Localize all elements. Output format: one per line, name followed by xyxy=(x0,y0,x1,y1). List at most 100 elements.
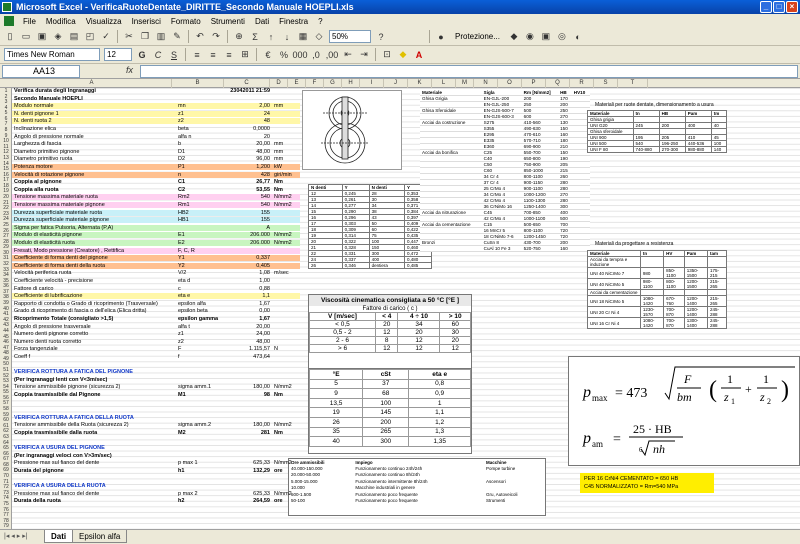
cell[interactable] xyxy=(706,256,728,268)
fill-color-icon[interactable]: ◆ xyxy=(396,48,410,62)
cell[interactable]: 48 xyxy=(230,118,270,124)
cell[interactable]: 8 xyxy=(374,336,399,345)
sheet-row[interactable]: Ricoprimento Totale (consigliato >1,5) ep… xyxy=(12,316,300,322)
cell[interactable]: Numero denti ruota corretto xyxy=(14,339,81,345)
cell[interactable]: 155 xyxy=(230,210,270,216)
sheet-row[interactable] xyxy=(12,400,300,406)
cell[interactable]: 700-870 xyxy=(663,317,685,329)
cell[interactable]: 206.000 xyxy=(230,240,270,246)
sheet-row[interactable] xyxy=(12,438,300,444)
cell[interactable]: Coppia trasmissibile dal Pignone xyxy=(14,392,101,398)
cell[interactable]: b xyxy=(178,141,181,147)
cell[interactable]: dentiera xyxy=(368,262,405,269)
sheet-row[interactable]: Rapporto di condotta o Grado di ricoprim… xyxy=(12,301,300,307)
cell[interactable]: N xyxy=(274,346,278,352)
cell[interactable]: Acciai da cementazione xyxy=(587,289,641,296)
cell[interactable]: z2 xyxy=(178,339,184,345)
sheet-row[interactable]: VERIFICA ROTTURA A FATICA DELLA RUOTA xyxy=(12,415,300,421)
cell[interactable]: HB2 xyxy=(178,210,189,216)
cell[interactable]: ore xyxy=(274,468,283,474)
sheet-row[interactable]: Modulo di elasticità ruota E2 206.000 N/mm2 xyxy=(12,240,300,246)
sheet-row[interactable]: Modulo normale mn 2,00 mm xyxy=(12,103,300,110)
cell[interactable]: 980-880 xyxy=(684,146,712,153)
cell[interactable]: 23042011 21:59 xyxy=(230,88,270,94)
cell[interactable]: 180,00 xyxy=(230,422,270,428)
sheet-row[interactable] xyxy=(12,476,300,482)
cell[interactable]: 1300-1400 xyxy=(683,317,708,329)
cell[interactable]: Coppia al pignone xyxy=(14,179,62,185)
cell[interactable]: Fresati, Modo pressione (Creatore) , Ret… xyxy=(14,248,124,254)
cell[interactable]: 4 ÷ 10 xyxy=(397,312,441,321)
cell[interactable]: 12 xyxy=(374,344,399,353)
cell[interactable]: sigma amm.1 xyxy=(178,384,211,390)
cell[interactable]: 98 xyxy=(230,392,270,398)
cell[interactable]: 20 xyxy=(439,336,471,345)
zoom-select[interactable]: 50% xyxy=(329,30,371,43)
cell[interactable]: VERIFICA ROTTURA A FATICA DELLA RUOTA xyxy=(14,415,134,421)
cell[interactable]: N/mm2 xyxy=(274,232,292,238)
cell[interactable]: F, C, R xyxy=(178,248,195,254)
cell[interactable]: Coppia trasmissibile dalla ruota xyxy=(14,430,97,436)
cell[interactable]: Nm xyxy=(274,430,283,436)
cell[interactable]: h1 xyxy=(178,468,184,474)
cell[interactable]: 0,405 xyxy=(230,263,270,269)
cell[interactable]: 26,77 xyxy=(230,179,270,185)
cell[interactable]: Tensione ammissibile della Ruota (sicure… xyxy=(14,422,129,428)
cell[interactable]: > 10 xyxy=(439,312,471,321)
cell[interactable]: Secondo Manuale HOEPLI xyxy=(14,96,83,102)
cell[interactable]: 281 xyxy=(230,430,270,436)
sheet-row[interactable]: Sigma per fatica Pulsoria, Alternata (P,… xyxy=(12,224,300,231)
tab-epsilon-alfa[interactable]: Epsilon alfa xyxy=(72,530,128,543)
column-header[interactable]: G xyxy=(324,79,342,88)
sheet-row[interactable] xyxy=(12,407,300,413)
cell[interactable]: Inclinazione elica xyxy=(14,126,56,132)
cell[interactable]: N/mm2 xyxy=(274,194,292,200)
sheet-row[interactable]: Verifica durata degli Ingranaggi 23042011… xyxy=(12,88,300,94)
hyperlink-icon[interactable]: ⊕ xyxy=(232,30,246,44)
cell[interactable]: 1.115,57 xyxy=(230,346,270,352)
cell[interactable]: beta xyxy=(178,126,189,132)
cell[interactable]: 0,485 xyxy=(403,262,433,269)
cell[interactable]: 0,00 xyxy=(230,308,270,314)
cell[interactable]: Durata della ruota xyxy=(14,498,61,504)
cell[interactable]: Velocità periferica ruota xyxy=(14,270,71,276)
sheet-row[interactable]: VERIFICA A USURA DEL PIGNONE xyxy=(12,445,300,451)
name-box[interactable]: AA13 xyxy=(2,65,80,78)
align-center-icon[interactable]: ≡ xyxy=(206,48,220,62)
menu-3[interactable]: Inserisci xyxy=(127,17,166,26)
cell[interactable]: 2 - 6 xyxy=(309,336,376,345)
increase-indent-icon[interactable]: ⇥ xyxy=(357,48,371,62)
redo-icon[interactable]: ↷ xyxy=(209,30,223,44)
column-header[interactable]: K xyxy=(408,79,432,88)
cell[interactable]: D2 xyxy=(178,156,185,162)
cell[interactable]: 1200-1400 xyxy=(683,295,708,307)
sheet-row[interactable]: Coppia trasmissibile dalla ruota M2 281 Nm xyxy=(12,430,300,436)
cell[interactable]: 12 xyxy=(374,328,399,337)
cell[interactable]: 700-870 xyxy=(663,306,685,318)
sheet-row[interactable]: Potenza motore P1 1,200 kW xyxy=(12,164,300,170)
cell[interactable]: > 6 xyxy=(309,344,376,353)
cell[interactable]: epsilon gamma xyxy=(178,316,218,322)
sheet-row[interactable]: Diametro primitivo pignone D1 48,00 mm xyxy=(12,149,300,155)
cell[interactable]: 48,00 xyxy=(230,149,270,155)
sheet-row[interactable]: Numero denti ruota corretto z2 48,00 xyxy=(12,339,300,345)
cell[interactable]: 215-265 xyxy=(706,278,728,290)
new-icon[interactable]: ▯ xyxy=(3,30,17,44)
cell[interactable]: 0,337 xyxy=(230,255,270,261)
cell[interactable]: 35 xyxy=(308,426,364,438)
cell[interactable]: 12 xyxy=(439,344,471,353)
cell[interactable]: Ricoprimento Totale (consigliato >1,5) xyxy=(14,316,113,322)
protection-button[interactable]: Protezione... xyxy=(455,32,500,41)
cell[interactable]: 0,88 xyxy=(230,286,270,292)
cell[interactable]: 540 xyxy=(230,194,270,200)
column-header[interactable]: S xyxy=(594,79,618,88)
cell[interactable]: (Per ingranaggi lenti con V<3m/sec) xyxy=(14,377,107,383)
cell[interactable]: Angolo di pressione normale xyxy=(14,134,84,140)
cell[interactable]: Modulo di elasticità ruota xyxy=(14,240,75,246)
cell[interactable]: Y2 xyxy=(178,263,185,269)
currency-icon[interactable]: € xyxy=(261,48,275,62)
chart-icon[interactable]: ▦ xyxy=(296,30,310,44)
cell[interactable]: HB1 xyxy=(178,217,189,223)
cell[interactable]: 20 xyxy=(397,328,441,337)
font-size-select[interactable]: 12 xyxy=(104,48,132,61)
